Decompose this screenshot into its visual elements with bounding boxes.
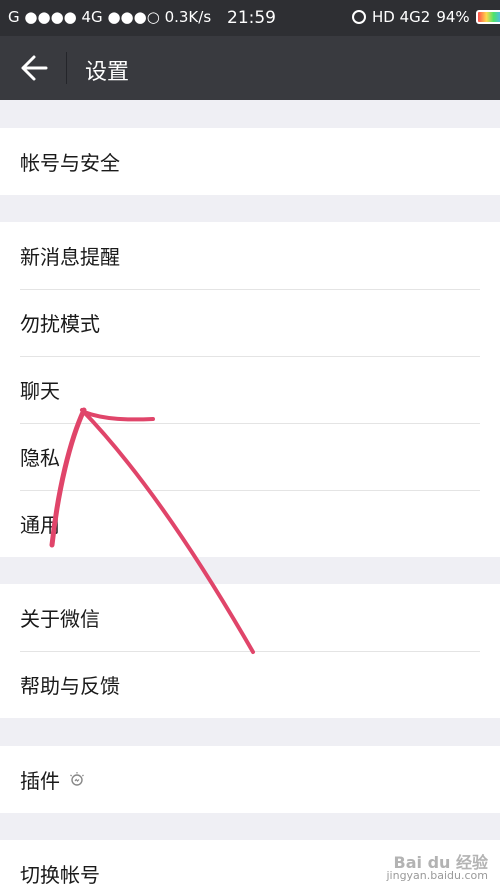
settings-item-account-security[interactable]: 帐号与安全 [0, 128, 500, 195]
settings-item-notifications[interactable]: 新消息提醒 [0, 222, 500, 289]
battery-percent: 94% [436, 8, 470, 26]
settings-item-about-wechat[interactable]: 关于微信 [0, 584, 500, 651]
group-plugins: 插件 [0, 746, 500, 813]
nav-bar: 设置 [0, 36, 500, 100]
watermark: Bai du 经验 jingyan.baidu.com [386, 853, 488, 883]
settings-item-label: 帮助与反馈 [20, 674, 120, 698]
lightbulb-icon [70, 771, 84, 786]
settings-item-label: 聊天 [20, 379, 60, 403]
settings-item-help-feedback[interactable]: 帮助与反馈 [0, 651, 500, 718]
back-arrow-icon[interactable] [18, 54, 50, 82]
settings-item-label: 新消息提醒 [20, 245, 120, 269]
settings-item-do-not-disturb[interactable]: 勿扰模式 [0, 289, 500, 356]
watermark-brand: Bai du 经验 [393, 853, 488, 872]
group-general: 新消息提醒 勿扰模式 聊天 隐私 通用 [0, 222, 500, 557]
group-account: 帐号与安全 [0, 128, 500, 195]
status-right: HD 4G2 94% [352, 8, 500, 26]
alarm-icon [352, 10, 366, 24]
page-title: 设置 [85, 60, 130, 85]
battery-icon [475, 10, 500, 24]
settings-item-general[interactable]: 通用 [0, 490, 500, 557]
group-about: 关于微信 帮助与反馈 [0, 584, 500, 718]
settings-item-privacy[interactable]: 隐私 [0, 423, 500, 490]
settings-item-label: 切换帐号 [20, 863, 100, 887]
network-type: HD 4G2 [372, 8, 431, 26]
carrier-signal: G ●●●● 4G ●●●○ 0.3K/s [8, 8, 212, 26]
settings-item-label: 隐私 [20, 446, 60, 470]
settings-item-label: 勿扰模式 [20, 312, 100, 336]
clock: 21:59 [227, 8, 276, 28]
settings-item-label: 插件 [20, 769, 60, 793]
settings-item-label: 帐号与安全 [20, 151, 120, 175]
settings-item-label: 通用 [20, 513, 60, 537]
settings-item-chat[interactable]: 聊天 [0, 356, 500, 423]
battery-fill [477, 12, 500, 22]
watermark-url: jingyan.baidu.com [386, 869, 488, 882]
nav-divider [66, 52, 67, 84]
status-bar: G ●●●● 4G ●●●○ 0.3K/s 21:59 HD 4G2 94% [0, 0, 500, 36]
settings-item-plugins[interactable]: 插件 [0, 746, 500, 813]
settings-item-label: 关于微信 [20, 607, 100, 631]
